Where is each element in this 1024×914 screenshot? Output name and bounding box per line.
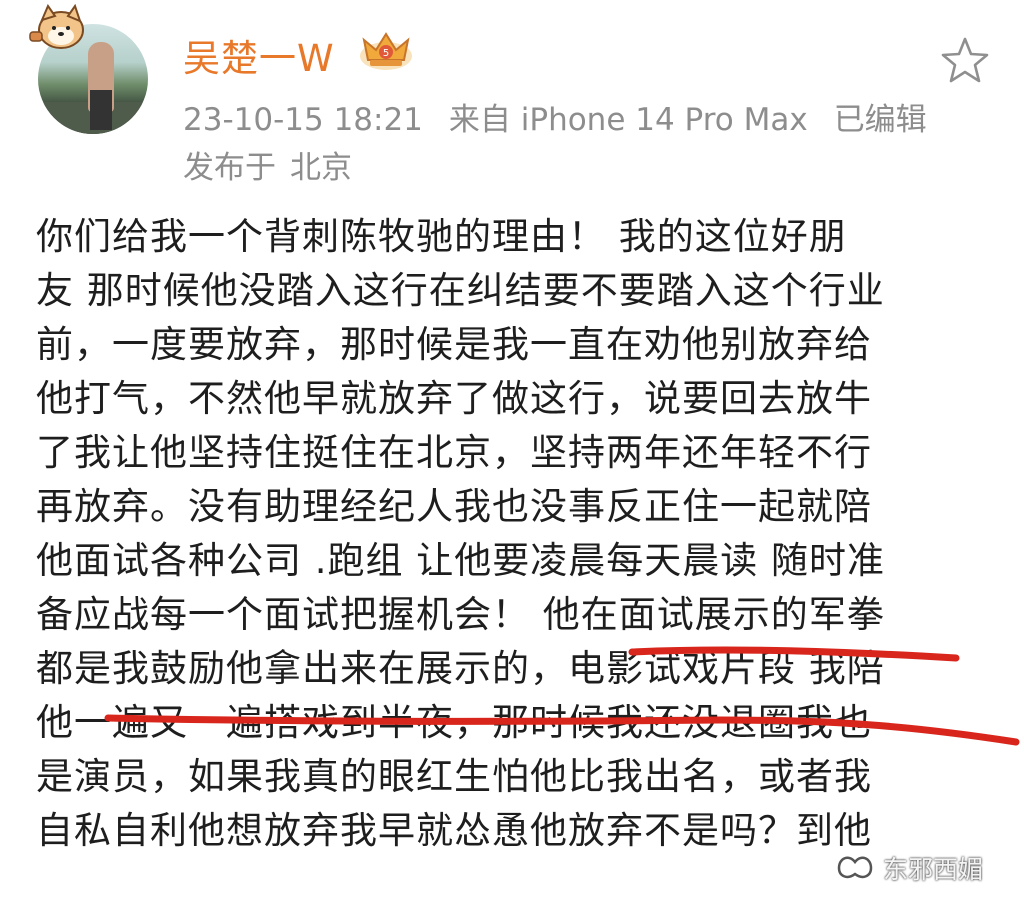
post-timestamp: 23-10-15 18:21 — [183, 102, 423, 138]
svg-text:5: 5 — [383, 48, 389, 59]
post-line: 了我让他坚持住挺住在北京，坚持两年还年轻不行 — [36, 431, 872, 474]
watermark-text: 东邪西媚 — [883, 855, 984, 884]
crown-badge-icon[interactable]: 5 — [358, 30, 414, 72]
username[interactable]: 吴楚一W — [183, 28, 335, 82]
post-line: 你们给我一个背刺陈牧驰的理由！ 我的这位好朋 — [36, 215, 847, 258]
post-line: 都是我鼓励他拿出来在展示的，电影试戏片段 我陪 — [36, 647, 885, 690]
post-line: 是演员，如果我真的眼红生怕他比我出名，或者我 — [36, 755, 872, 798]
watermark: 东邪西媚 — [835, 848, 983, 888]
post-source[interactable]: 来自 iPhone 14 Pro Max — [449, 102, 808, 138]
post-body: 你们给我一个背刺陈牧驰的理由！ 我的这位好朋 友 那时候他没踏入这行在纠结要不要… — [36, 210, 1006, 858]
wechat-channel-icon — [837, 856, 873, 879]
star-outline-icon[interactable] — [940, 36, 990, 84]
location-prefix: 发布于 — [183, 150, 276, 186]
post-line: 备应战每一个面试把握机会！ 他在面试展示的军拳 — [36, 593, 885, 636]
post-line: 他打气，不然他早就放弃了做这行，说要回去放牛 — [36, 377, 872, 420]
post-meta: 23-10-15 18:21 来自 iPhone 14 Pro Max 已编辑 — [183, 94, 953, 139]
post-location: 发布于 北京 — [183, 142, 352, 187]
post-header: 吴楚一W 5 23-10-15 18:21 来自 iPhone 14 Pro Ma… — [0, 0, 1024, 200]
location-name: 北京 — [290, 150, 352, 186]
post-line: 他面试各种公司 .跑组 让他要凌晨每天晨读 随时准 — [36, 539, 886, 582]
avatar-container[interactable] — [29, 4, 148, 134]
post-line: 再放弃。没有助理经纪人我也没事反正住一起就陪 — [36, 485, 872, 528]
post-line: 友 那时候他没踏入这行在纠结要不要踏入这个行业 — [36, 269, 885, 312]
shiba-dog-icon — [29, 4, 84, 49]
post-line: 前，一度要放弃，那时候是我一直在劝他别放弃给 — [36, 323, 872, 366]
post-line: 他一遍又一遍搭戏到半夜，那时候我还没退圈我也 — [36, 701, 872, 744]
edited-label[interactable]: 已编辑 — [834, 102, 927, 138]
